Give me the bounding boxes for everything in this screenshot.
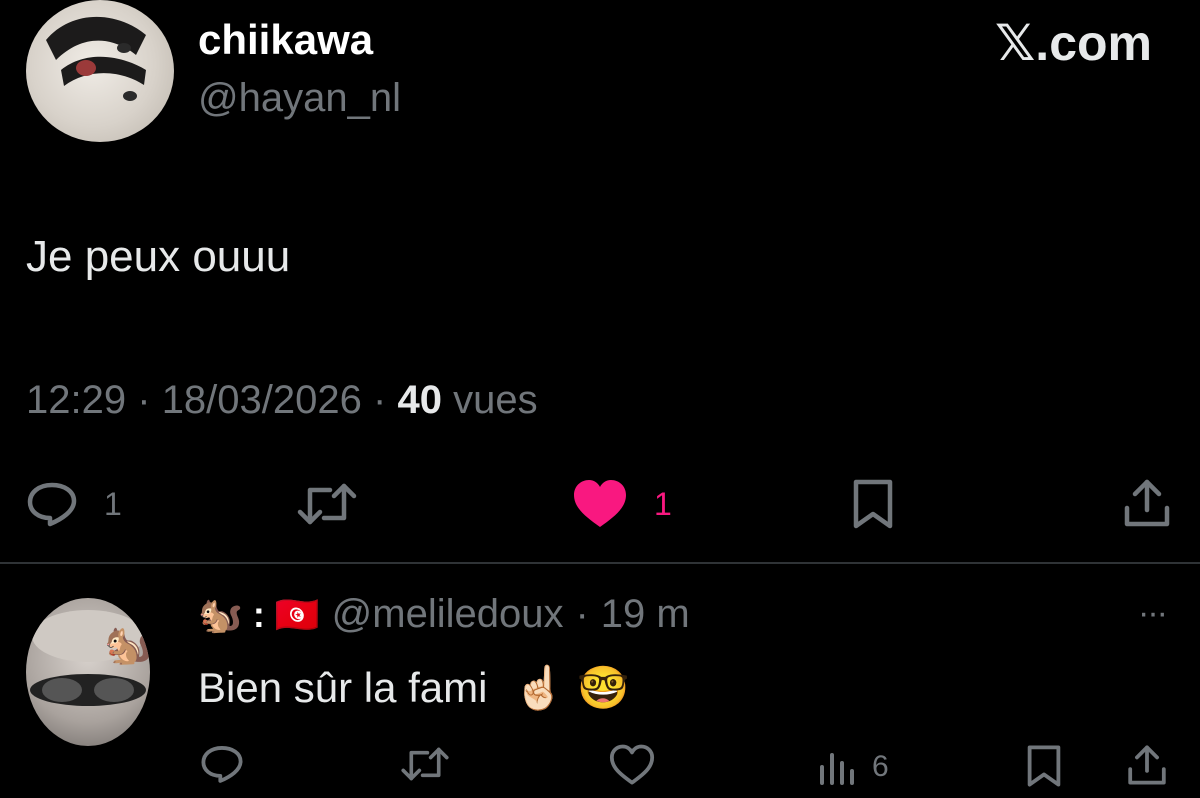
x-logo: 𝕏.com [995, 15, 1152, 71]
reply-author-handle[interactable]: @meliledoux [332, 592, 564, 637]
reply-author-name[interactable]: 🐿️ : 🇹🇳 [198, 594, 320, 636]
author-avatar[interactable] [26, 0, 174, 142]
meta-separator: · [373, 378, 387, 422]
tweet-meta: 12:29 · 18/03/2026 · 40 vues [26, 378, 538, 423]
reply-header: 🐿️ : 🇹🇳 @meliledoux · 19 m [198, 592, 690, 637]
reply-views-count: 6 [872, 750, 889, 783]
heart-outline-icon [609, 744, 655, 785]
reply-text-row: Bien sûr la fami ☝🏻 🤓 [198, 664, 629, 713]
tweet-date[interactable]: 18/03/2026 [162, 378, 362, 422]
reply-bookmark-button[interactable] [1024, 744, 1064, 788]
share-icon [1124, 479, 1170, 527]
views-label: vues [453, 378, 538, 422]
more-options-icon[interactable]: ··· [1138, 594, 1168, 633]
author-handle[interactable]: @hayan_nl [198, 76, 401, 121]
reply-like-button[interactable] [608, 744, 656, 786]
heart-icon [574, 480, 626, 527]
share-button[interactable] [1122, 476, 1172, 530]
reply-text: Bien sûr la fami [198, 664, 488, 711]
reply-time[interactable]: 19 m [601, 592, 690, 637]
reply-icon [201, 746, 243, 783]
retweet-button[interactable] [296, 480, 358, 528]
reply-separator: · [575, 592, 589, 636]
svg-text:🐿️: 🐿️ [104, 623, 150, 667]
reply-share-button[interactable] [1126, 742, 1168, 788]
reply-count: 1 [104, 485, 122, 522]
views-count: 40 [397, 378, 442, 422]
bookmark-button[interactable] [850, 478, 896, 530]
reply-author-avatar[interactable]: 🐿️ [26, 598, 150, 746]
share-icon [1128, 745, 1166, 785]
tweet-time[interactable]: 12:29 [26, 378, 126, 422]
reply-icon [27, 482, 77, 527]
meta-separator: · [137, 378, 151, 422]
divider [0, 562, 1200, 564]
reply-emojis: ☝🏻 🤓 [513, 664, 630, 711]
like-button[interactable]: 1 [572, 478, 672, 530]
reply-retweet-button[interactable] [400, 744, 450, 784]
analytics-icon [820, 753, 854, 785]
retweet-icon [401, 747, 449, 781]
retweet-icon [297, 483, 357, 525]
bookmark-icon [853, 479, 893, 529]
author-name[interactable]: chiikawa [198, 16, 373, 64]
bookmark-icon [1027, 745, 1061, 787]
like-count: 1 [654, 485, 672, 522]
reply-views-button[interactable]: 6 [818, 748, 889, 786]
reply-reply-button[interactable] [200, 744, 244, 784]
reply-button[interactable]: 1 [26, 480, 122, 528]
tweet-text: Je peux ouuu [26, 232, 291, 281]
